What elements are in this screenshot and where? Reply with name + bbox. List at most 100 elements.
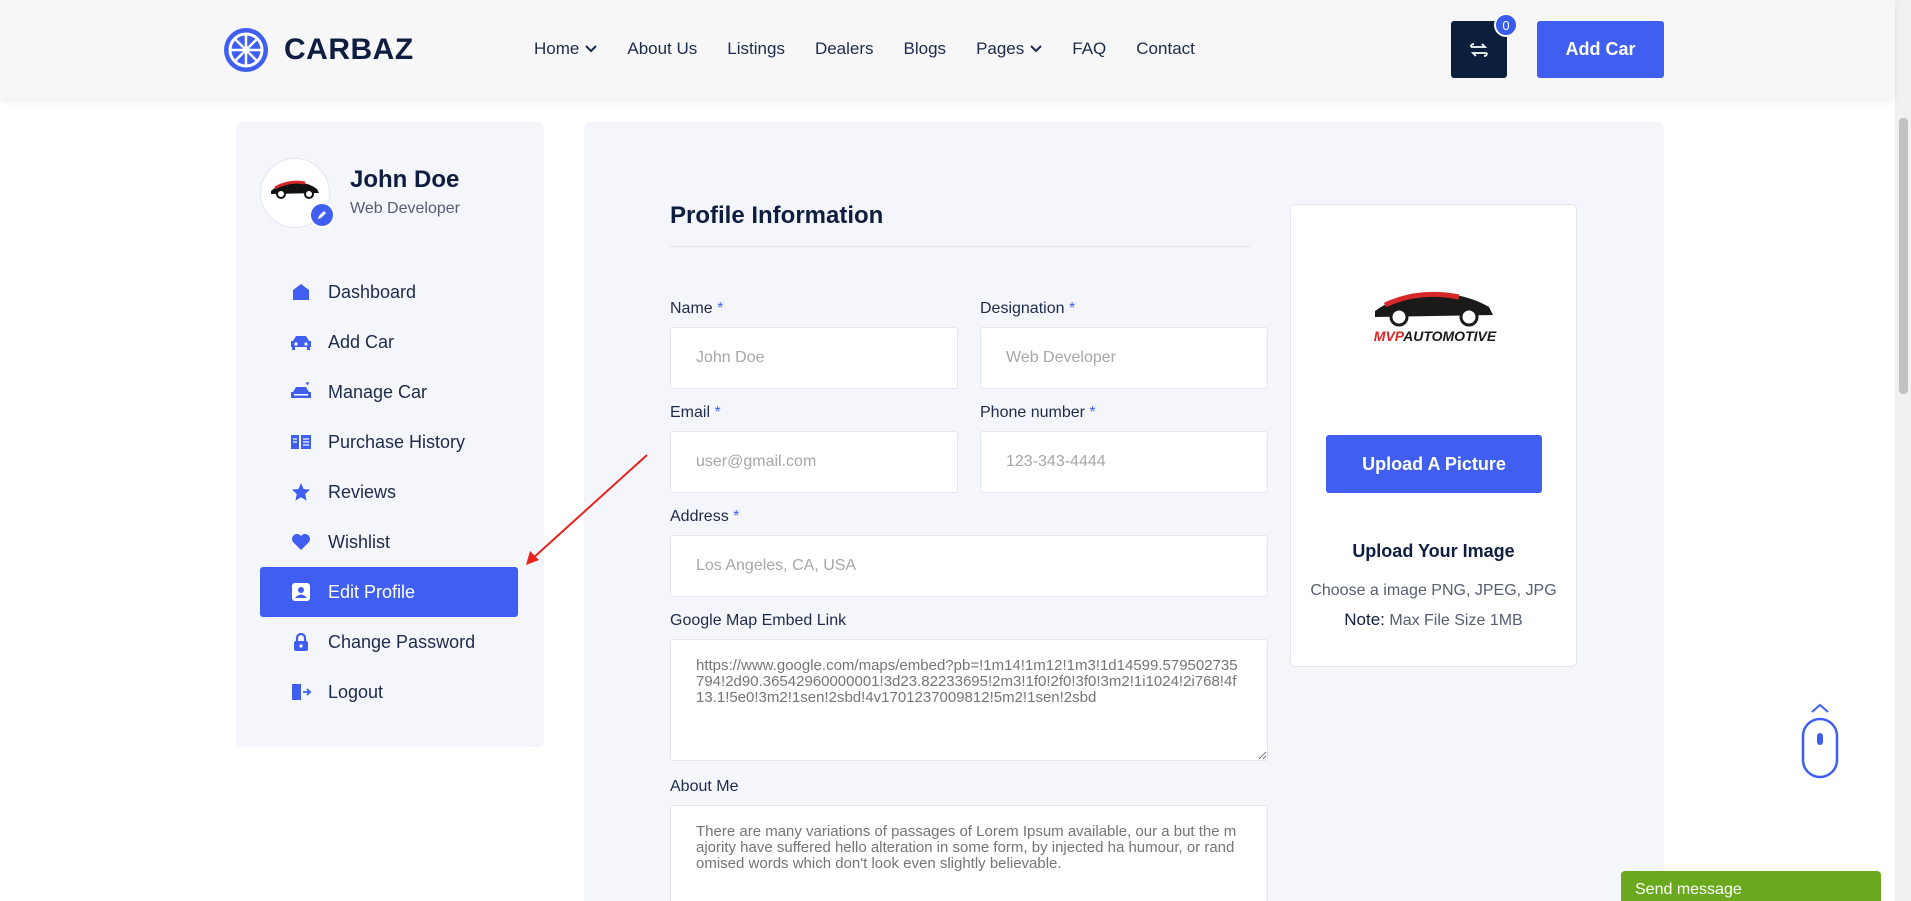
nav-faq[interactable]: FAQ — [1072, 39, 1106, 59]
star-icon — [290, 481, 312, 503]
designation-label: Designation * — [980, 300, 1268, 318]
chevron-down-icon — [1030, 45, 1042, 53]
phone-label: Phone number * — [980, 404, 1268, 422]
required-mark: * — [733, 508, 740, 525]
address-row: Address * — [670, 508, 1268, 597]
address-label-text: Address — [670, 508, 729, 525]
purchase-history-icon — [290, 431, 312, 453]
sidebar-item-label: Wishlist — [328, 531, 390, 552]
nav-home-label: Home — [534, 39, 580, 58]
scroll-to-top-icon[interactable] — [1800, 700, 1840, 780]
sidebar-item-logout[interactable]: Logout — [260, 667, 518, 717]
dashboard-icon — [290, 281, 312, 303]
nav-contact[interactable]: Contact — [1136, 39, 1195, 59]
page-scrollbar[interactable] — [1895, 0, 1911, 901]
name-label-text: Name — [670, 300, 713, 317]
required-mark: * — [714, 404, 721, 421]
profile-form: Profile Information — [670, 202, 1250, 247]
map-link-label: Google Map Embed Link — [670, 612, 847, 629]
mvp-automotive-logo: MVPAUTOMOTIVE — [1374, 291, 1497, 344]
phone-field[interactable] — [980, 431, 1268, 493]
sidebar-item-purchase-history[interactable]: Purchase History — [260, 417, 518, 467]
send-message-button[interactable]: Send message — [1621, 871, 1881, 901]
upload-picture-button[interactable]: Upload A Picture — [1326, 435, 1542, 493]
map-link-field[interactable] — [670, 639, 1268, 761]
nav-about-us[interactable]: About Us — [627, 39, 697, 59]
nav-listings-label: Listings — [727, 39, 785, 58]
required-mark: * — [717, 300, 724, 317]
sidebar-item-add-car[interactable]: Add Car — [260, 317, 518, 367]
wheel-logo-icon — [224, 28, 268, 72]
sidebar-item-edit-profile[interactable]: Edit Profile — [260, 567, 518, 617]
sidebar-item-label: Logout — [328, 681, 384, 702]
sidebar-item-reviews[interactable]: Reviews — [260, 467, 518, 517]
name-field[interactable] — [670, 327, 958, 389]
upload-card: MVPAUTOMOTIVE Upload A Picture Upload Yo… — [1290, 204, 1577, 667]
sidebar-item-label: Dashboard — [328, 281, 417, 302]
nav-listings[interactable]: Listings — [727, 39, 785, 59]
user-role: Web Developer — [350, 200, 460, 217]
nav-contact-label: Contact — [1136, 39, 1195, 58]
user-name: John Doe — [350, 166, 460, 193]
note-text: Max File Size 1MB — [1389, 612, 1523, 629]
sidebar-item-label: Change Password — [328, 631, 476, 652]
sidebar-item-wishlist[interactable]: Wishlist — [260, 517, 518, 567]
upload-note: Note: Max File Size 1MB — [1291, 610, 1576, 630]
sidebar-item-label: Purchase History — [328, 431, 466, 452]
about-field[interactable] — [670, 805, 1268, 901]
sidebar-item-label: Add Car — [328, 331, 395, 352]
site-header: CARBAZ Home About Us Listings Dealers Bl… — [0, 0, 1895, 98]
address-label: Address * — [670, 508, 1268, 526]
name-designation-row: Name * Designation * — [670, 300, 1268, 389]
sidebar-menu: Dashboard Add Car Manage Car Purchase Hi… — [260, 267, 518, 717]
nav-about-label: About Us — [627, 39, 698, 58]
compare-arrows-icon — [1470, 42, 1488, 57]
phone-label-text: Phone number — [980, 404, 1085, 421]
upload-hint: Choose a image PNG, JPEG, JPG — [1310, 582, 1557, 599]
note-label: Note: — [1344, 610, 1385, 629]
nav-faq-label: FAQ — [1072, 39, 1107, 58]
nav-dealers[interactable]: Dealers — [815, 39, 874, 59]
manage-car-icon — [290, 381, 312, 403]
avatar-edit-button[interactable] — [309, 202, 335, 228]
add-car-button[interactable]: Add Car — [1537, 21, 1664, 78]
logout-icon — [290, 681, 312, 703]
chevron-down-icon — [585, 45, 598, 53]
email-label: Email * — [670, 404, 958, 422]
lock-icon — [290, 631, 312, 653]
dashboard-sidebar: John Doe Web Developer Dashboard Add Car… — [236, 122, 544, 747]
nav-blogs-label: Blogs — [903, 39, 947, 58]
profile-icon — [290, 581, 312, 603]
sidebar-item-change-password[interactable]: Change Password — [260, 617, 518, 667]
page-title: Profile Information — [670, 202, 1250, 247]
sidebar-item-dashboard[interactable]: Dashboard — [260, 267, 518, 317]
designation-field[interactable] — [980, 327, 1268, 389]
scrollbar-thumb[interactable] — [1899, 118, 1908, 394]
nav-blogs[interactable]: Blogs — [904, 39, 947, 59]
brand-name: CARBAZ — [284, 33, 414, 66]
address-field[interactable] — [670, 535, 1268, 597]
required-mark: * — [1068, 300, 1076, 317]
required-mark: * — [1089, 404, 1096, 421]
sidebar-item-label: Manage Car — [328, 381, 428, 402]
sidebar-item-manage-car[interactable]: Manage Car — [260, 367, 518, 417]
upload-preview: MVPAUTOMOTIVE — [1363, 277, 1508, 352]
email-field[interactable] — [670, 431, 958, 493]
pencil-icon — [318, 211, 326, 219]
email-label-text: Email — [670, 404, 711, 421]
name-label: Name * — [670, 300, 958, 318]
sidebar-item-label: Edit Profile — [328, 581, 416, 602]
nav-dealers-label: Dealers — [814, 39, 874, 58]
car-icon — [290, 331, 312, 353]
mvp-logo-text: MVPAUTOMOTIVE — [1374, 328, 1497, 344]
compare-count-badge: 0 — [1494, 13, 1518, 37]
email-phone-row: Email * Phone number * — [670, 404, 1268, 493]
sidebar-item-label: Reviews — [328, 481, 397, 502]
brand-logo[interactable]: CARBAZ — [222, 26, 414, 74]
nav-pages-label: Pages — [976, 39, 1025, 58]
about-label: About Me — [670, 778, 739, 795]
upload-title: Upload Your Image — [1352, 541, 1515, 561]
nav-pages[interactable]: Pages — [976, 39, 1042, 59]
nav-home[interactable]: Home — [534, 39, 598, 59]
profile-panel: Profile Information Name * Designation *… — [584, 122, 1664, 901]
